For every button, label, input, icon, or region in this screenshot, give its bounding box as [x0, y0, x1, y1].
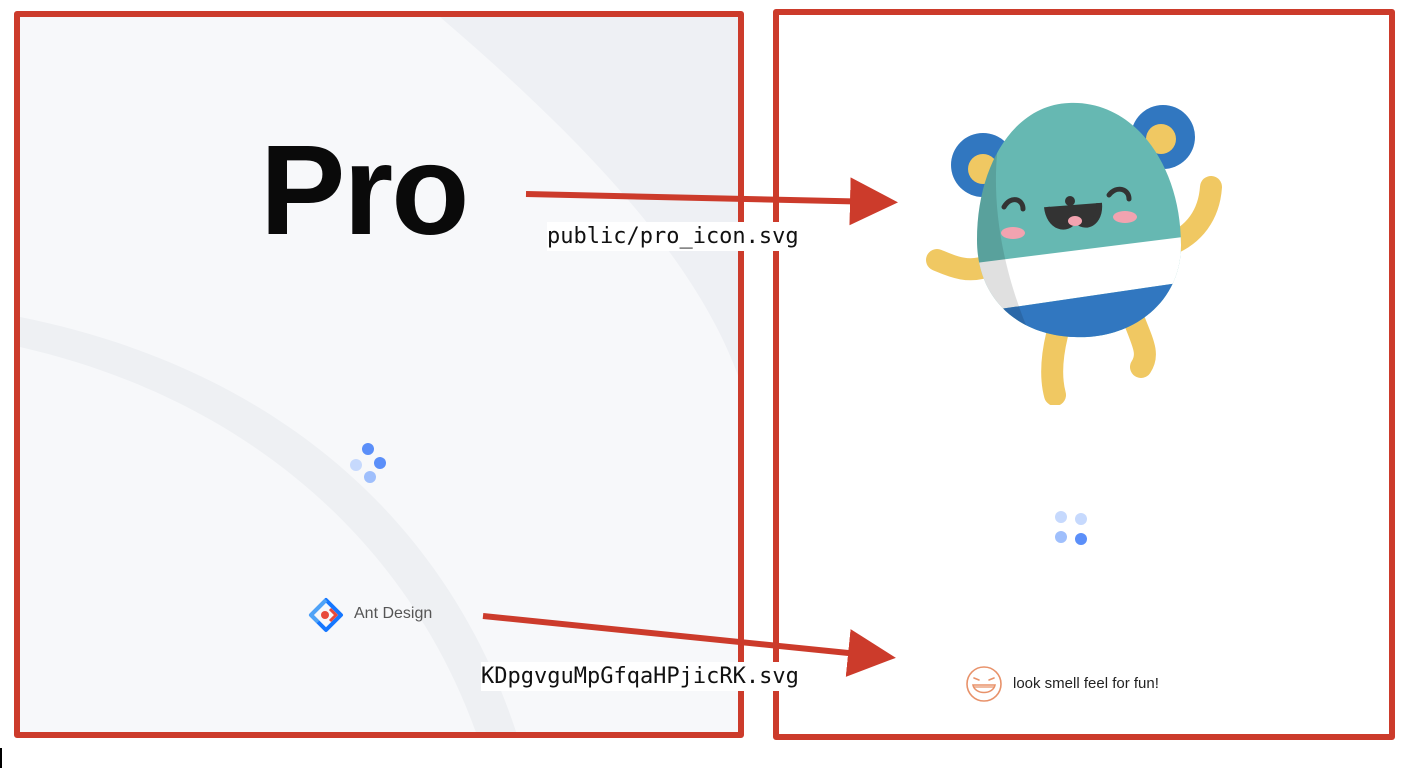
arrow-pro-icon	[525, 177, 898, 226]
text-cursor	[0, 748, 2, 768]
annotation-arrows	[482, 177, 898, 677]
footer-logo-path-label: KDpgvguMpGfqaHPjicRK.svg	[481, 662, 799, 691]
arrow-footer-logo	[482, 613, 896, 677]
pro-icon-path-label: public/pro_icon.svg	[547, 222, 799, 251]
